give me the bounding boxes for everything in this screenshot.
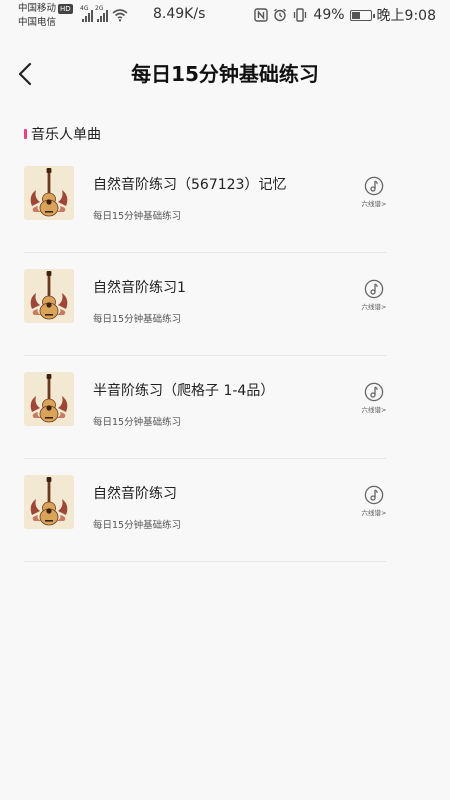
nfc-icon — [254, 8, 269, 22]
list-item[interactable]: 半音阶练习（爬格子 1-4品） 每日15分钟基础练习 六线谱> — [24, 356, 386, 459]
page-title: 每日15分钟基础练习 — [131, 62, 319, 86]
song-subtitle: 每日15分钟基础练习 — [93, 314, 182, 325]
alarm-icon — [274, 8, 287, 22]
tablature-label: 六线谱> — [361, 200, 387, 208]
wifi-icon — [112, 9, 128, 22]
song-title: 自然音阶练习 — [93, 486, 177, 502]
song-subtitle: 每日15分钟基础练习 — [93, 417, 182, 428]
tablature-button[interactable]: 六线谱> — [356, 382, 392, 414]
hd-badge: HD — [58, 3, 73, 14]
network-type-2: 2G — [95, 5, 104, 12]
guitar-illustration — [24, 372, 74, 426]
guitar-illustration — [24, 269, 74, 323]
song-subtitle: 每日15分钟基础练习 — [93, 211, 182, 222]
music-note-icon — [364, 382, 384, 402]
music-note-icon — [364, 176, 384, 196]
vibrate-icon — [294, 8, 307, 22]
signal-indicators: 4G 2G — [80, 5, 128, 22]
battery-percent: 49% — [313, 7, 345, 23]
song-cover-image — [24, 372, 74, 426]
song-title: 自然音阶练习（567123）记忆 — [93, 177, 287, 193]
status-right: 49% 晚上9:08 — [254, 5, 436, 25]
network-type-1: 4G — [80, 5, 89, 12]
signal-icon: 4G — [80, 5, 93, 22]
tablature-button[interactable]: 六线谱> — [356, 485, 392, 517]
section-title: 音乐人单曲 — [31, 127, 101, 143]
tablature-button[interactable]: 六线谱> — [356, 279, 392, 311]
status-bar: 中国移动 HD 中国电信 4G 2G 8.49K/s 49% 晚上9:08 — [0, 0, 450, 34]
carrier-2: 中国电信 — [18, 17, 57, 28]
list-item[interactable]: 自然音阶练习1 每日15分钟基础练习 六线谱> — [24, 253, 386, 356]
tablature-label: 六线谱> — [361, 303, 387, 311]
song-title: 半音阶练习（爬格子 1-4品） — [93, 383, 275, 399]
carrier-1: 中国移动 — [18, 3, 57, 14]
top-bar: 每日15分钟基础练习 — [0, 48, 450, 100]
song-list: 自然音阶练习（567123）记忆 每日15分钟基础练习 六线谱> 自然音阶练习1… — [24, 150, 386, 562]
battery-icon — [349, 9, 375, 21]
tablature-label: 六线谱> — [361, 406, 387, 414]
music-note-icon — [364, 279, 384, 299]
section-header: 音乐人单曲 — [24, 124, 101, 144]
clock: 晚上9:08 — [376, 8, 436, 24]
tablature-label: 六线谱> — [361, 509, 387, 517]
list-item[interactable]: 自然音阶练习 每日15分钟基础练习 六线谱> — [24, 459, 386, 562]
guitar-illustration — [24, 475, 74, 529]
section-accent-bar — [24, 129, 27, 139]
tablature-button[interactable]: 六线谱> — [356, 176, 392, 208]
song-subtitle: 每日15分钟基础练习 — [93, 520, 182, 531]
song-cover-image — [24, 475, 74, 529]
carrier-info: 中国移动 HD 中国电信 — [18, 2, 73, 30]
music-note-icon — [364, 485, 384, 505]
network-speed: 8.49K/s — [153, 6, 206, 22]
song-title: 自然音阶练习1 — [93, 280, 186, 296]
list-item[interactable]: 自然音阶练习（567123）记忆 每日15分钟基础练习 六线谱> — [24, 150, 386, 253]
song-cover-image — [24, 166, 74, 220]
signal-icon: 2G — [95, 5, 108, 22]
song-cover-image — [24, 269, 74, 323]
guitar-illustration — [24, 166, 74, 220]
